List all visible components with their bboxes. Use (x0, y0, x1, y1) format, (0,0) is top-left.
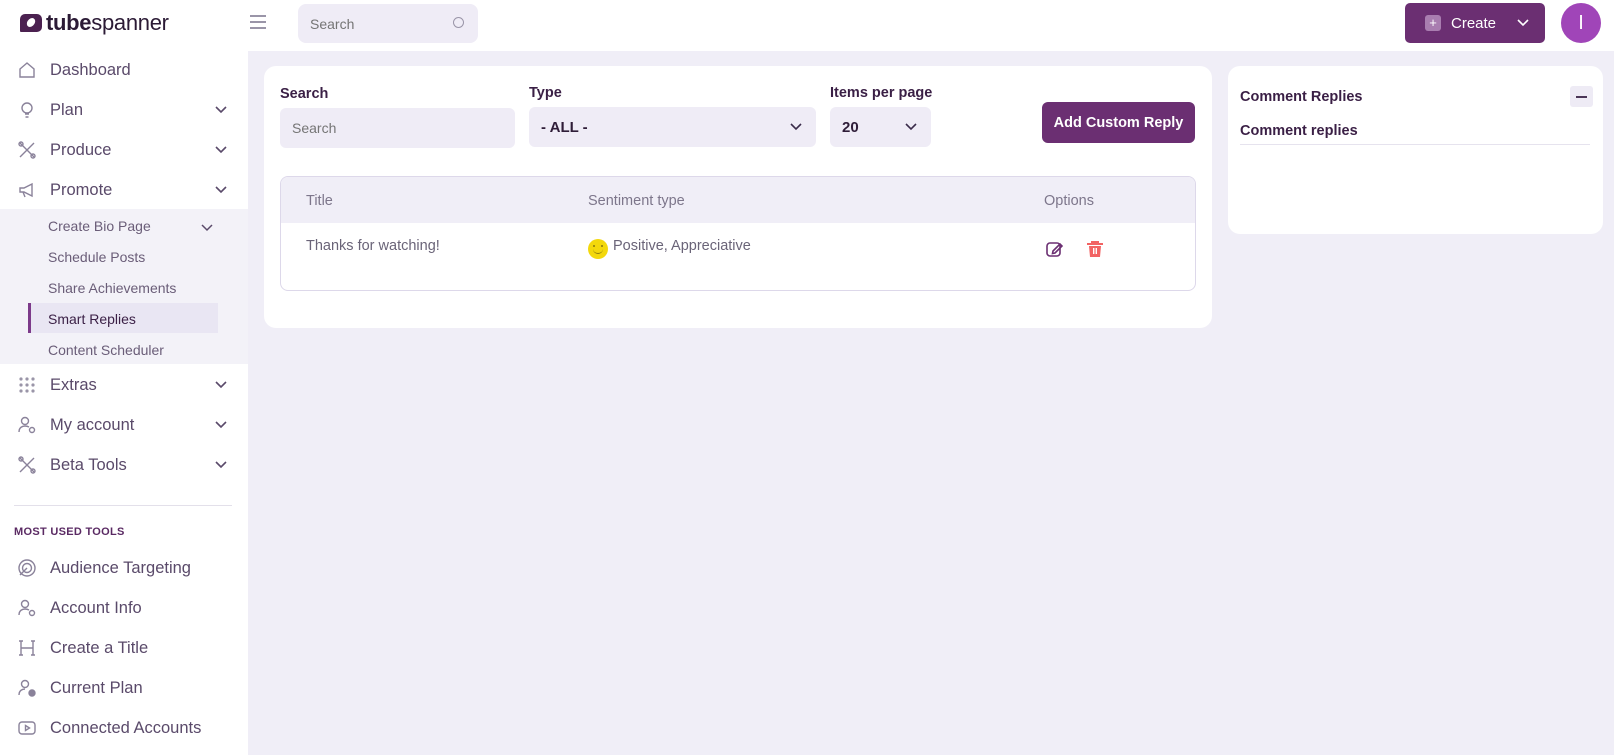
hamburger-menu-icon[interactable] (250, 15, 266, 29)
sidebar-item-beta-tools[interactable]: Beta Tools (16, 450, 230, 480)
sidebar-item-extras[interactable]: Extras (16, 370, 230, 400)
tool-connected-accounts[interactable]: Connected Accounts (16, 713, 230, 743)
tool-label: Create a Title (50, 638, 149, 657)
search-label: Search (280, 86, 329, 102)
chevron-down-icon (215, 186, 227, 194)
tools-icon (16, 454, 38, 476)
panel-title: Comment Replies (1240, 89, 1363, 105)
youtube-icon (16, 717, 38, 739)
sidebar-item-label: Promote (50, 180, 113, 199)
sidebar-subitem-content-scheduler[interactable]: Content Scheduler (48, 342, 164, 358)
user-gear-icon (16, 597, 38, 619)
column-header-title: Title (306, 193, 333, 209)
sidebar-item-my-account[interactable]: My account (16, 410, 230, 440)
sidebar-subitem-share-achievements[interactable]: Share Achievements (48, 280, 176, 296)
tool-current-plan[interactable]: Current Plan (16, 673, 230, 703)
add-custom-reply-button[interactable]: Add Custom Reply (1042, 102, 1195, 143)
tool-label: Account Info (50, 598, 142, 617)
megaphone-icon (16, 179, 38, 201)
chevron-down-icon (215, 381, 227, 389)
column-header-sentiment: Sentiment type (588, 193, 685, 209)
type-select[interactable]: - ALL - (529, 107, 816, 147)
create-button[interactable]: + Create (1405, 3, 1545, 43)
target-icon (16, 557, 38, 579)
chevron-down-icon (905, 123, 917, 131)
smiley-icon (588, 239, 608, 259)
panel-subtitle: Comment replies (1240, 123, 1358, 139)
tool-label: Connected Accounts (50, 718, 202, 737)
tool-create-a-title[interactable]: Create a Title (16, 633, 230, 663)
sidebar-subitem-smart-replies[interactable]: Smart Replies (48, 311, 136, 327)
replies-table: Title Sentiment type Options Thanks for … (280, 176, 1196, 291)
sidebar-item-label: Dashboard (50, 60, 131, 79)
logo[interactable]: tubespanner (20, 10, 169, 36)
grid-dots-icon (16, 374, 38, 396)
chevron-down-icon (1517, 19, 1529, 27)
sidebar-item-label: Plan (50, 100, 84, 119)
user-info-icon (16, 677, 38, 699)
logo-text-bold: tube (46, 10, 92, 35)
top-search-input[interactable] (298, 4, 478, 43)
search-input[interactable] (280, 108, 515, 148)
delete-icon[interactable] (1085, 239, 1105, 259)
avatar[interactable]: I (1561, 3, 1601, 43)
collapse-button[interactable] (1570, 86, 1593, 107)
sidebar-subitem-create-bio-page[interactable]: Create Bio Page (48, 218, 151, 234)
panel-divider (1240, 144, 1590, 145)
tool-label: Audience Targeting (50, 558, 191, 577)
logo-text-rest: spanner (91, 10, 169, 35)
section-label-most-used: MOST USED TOOLS (14, 526, 125, 538)
sidebar-item-label: Extras (50, 375, 97, 394)
edit-icon[interactable] (1045, 239, 1065, 259)
sidebar-divider (14, 505, 232, 506)
chevron-down-icon[interactable] (199, 220, 215, 236)
sidebar-item-dashboard[interactable]: Dashboard (16, 55, 230, 85)
sidebar-item-produce[interactable]: Produce (16, 135, 230, 165)
home-icon (16, 59, 38, 81)
sidebar-item-plan[interactable]: Plan (16, 95, 230, 125)
sidebar-subitem-schedule-posts[interactable]: Schedule Posts (48, 249, 145, 265)
sidebar-item-promote[interactable]: Promote (16, 175, 230, 205)
sidebar-item-label: Produce (50, 140, 112, 159)
heading-icon (16, 637, 38, 659)
items-per-page-value: 20 (842, 118, 859, 136)
type-select-value: - ALL - (541, 118, 588, 136)
column-header-options: Options (1044, 193, 1094, 209)
lightbulb-icon (16, 99, 38, 121)
chevron-down-icon (215, 421, 227, 429)
items-per-page-label: Items per page (830, 85, 933, 101)
sidebar-item-label: Beta Tools (50, 455, 127, 474)
create-button-label: Create (1451, 14, 1497, 32)
plus-icon: + (1425, 15, 1441, 31)
sidebar-item-label: My account (50, 415, 135, 434)
chevron-down-icon (215, 146, 227, 154)
items-per-page-select[interactable]: 20 (830, 107, 931, 147)
logo-mark-icon (20, 14, 42, 32)
tool-label: Current Plan (50, 678, 143, 697)
tools-icon (16, 139, 38, 161)
row-title: Thanks for watching! (306, 238, 440, 254)
tool-audience-targeting[interactable]: Audience Targeting (16, 553, 230, 583)
search-icon[interactable] (453, 17, 464, 28)
type-label: Type (529, 85, 562, 101)
row-sentiment: Positive, Appreciative (613, 238, 751, 254)
chevron-down-icon (215, 461, 227, 469)
chevron-down-icon (790, 123, 802, 131)
chevron-down-icon (215, 106, 227, 114)
user-gear-icon (16, 414, 38, 436)
tool-account-info[interactable]: Account Info (16, 593, 230, 623)
